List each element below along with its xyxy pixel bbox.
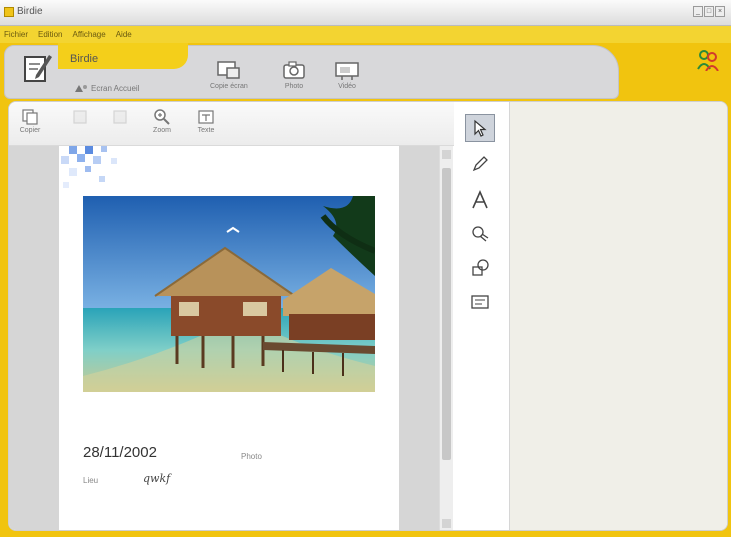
cut-button[interactable] [65, 108, 95, 127]
minimize-button[interactable]: _ [693, 6, 703, 17]
select-tool-button[interactable] [465, 114, 495, 142]
zoom-button[interactable]: Zoom [147, 108, 177, 134]
cut-icon [73, 110, 87, 124]
menu-bar: Fichier Edition Affichage Aide [0, 26, 731, 43]
pencil-tool-button[interactable] [465, 150, 495, 178]
scroll-up-arrow[interactable] [442, 150, 451, 159]
scroll-thumb[interactable] [442, 168, 451, 460]
handwritten-text[interactable]: qwkf [143, 472, 170, 485]
home-screen-icon [75, 85, 87, 92]
stamp-icon [472, 226, 489, 242]
scroll-down-arrow[interactable] [442, 519, 451, 528]
zoom-icon [154, 109, 170, 125]
frame-icon [471, 295, 489, 309]
menu-item-edit[interactable]: Edition [38, 26, 62, 43]
tool-palette [458, 106, 502, 320]
video-label: Vidéo [338, 83, 356, 90]
select-arrow-icon [474, 119, 487, 137]
text-button[interactable]: Texte [191, 108, 221, 134]
main-panel: Copier Zoom Texte 28/11/2002 Photo Lieu … [8, 101, 728, 531]
users-icon[interactable] [695, 49, 721, 71]
maximize-button[interactable]: □ [704, 6, 714, 17]
stamp-tool-button[interactable] [465, 220, 495, 248]
menu-item-file[interactable]: Fichier [4, 26, 28, 43]
screen-copy-label: Copie écran [210, 83, 248, 90]
pixel-decoration [61, 146, 117, 188]
text-tool-icon [472, 190, 488, 209]
video-icon [335, 62, 359, 80]
camera-icon [283, 61, 305, 79]
frame-tool-button[interactable] [465, 288, 495, 316]
zoom-label: Zoom [153, 127, 171, 134]
copy-label: Copier [19, 127, 41, 134]
editor-icon[interactable] [22, 51, 52, 85]
shapes-tool-button[interactable] [465, 254, 495, 282]
menu-item-view[interactable]: Affichage [72, 26, 105, 43]
window-controls: _ □ × [693, 6, 725, 17]
shapes-icon [472, 259, 489, 276]
properties-panel [509, 102, 727, 530]
copy-icon [22, 109, 38, 125]
vertical-scrollbar[interactable] [439, 146, 453, 530]
menu-item-help[interactable]: Aide [116, 26, 132, 43]
title-bar: Birdie _ □ × [0, 0, 731, 26]
photo-button[interactable]: Photo [281, 59, 307, 90]
window-title: Birdie [17, 6, 43, 17]
text-icon [198, 110, 214, 124]
document-page[interactable]: 28/11/2002 Photo Lieu qwkf [59, 146, 399, 530]
text-label: Texte [197, 127, 215, 134]
close-button[interactable]: × [715, 6, 725, 17]
photo-label: Photo [284, 83, 304, 90]
copy-button[interactable]: Copier [15, 108, 45, 134]
home-screen-label: Ecran Accueil [91, 83, 140, 93]
screen-copy-button[interactable]: Copie écran [210, 59, 248, 90]
location-label[interactable]: Lieu [83, 476, 98, 485]
text-tool-button[interactable] [465, 186, 495, 214]
document-canvas[interactable]: 28/11/2002 Photo Lieu qwkf [9, 146, 439, 530]
header-band: Birdie Ecran Accueil Copie écran Photo V… [0, 43, 731, 101]
photo-caption-label[interactable]: Photo [241, 452, 262, 461]
paste-button[interactable] [105, 108, 135, 127]
screen-copy-icon [217, 61, 240, 79]
app-icon [4, 7, 14, 17]
paste-icon [113, 110, 127, 124]
pencil-icon [472, 156, 488, 172]
header-title: Birdie [70, 53, 99, 65]
photo-date[interactable]: 28/11/2002 [83, 444, 157, 461]
tropical-photo[interactable] [83, 196, 375, 392]
video-button[interactable]: Vidéo [334, 59, 360, 90]
home-screen-link[interactable]: Ecran Accueil [74, 83, 139, 93]
document-toolbar: Copier Zoom Texte [9, 102, 454, 146]
